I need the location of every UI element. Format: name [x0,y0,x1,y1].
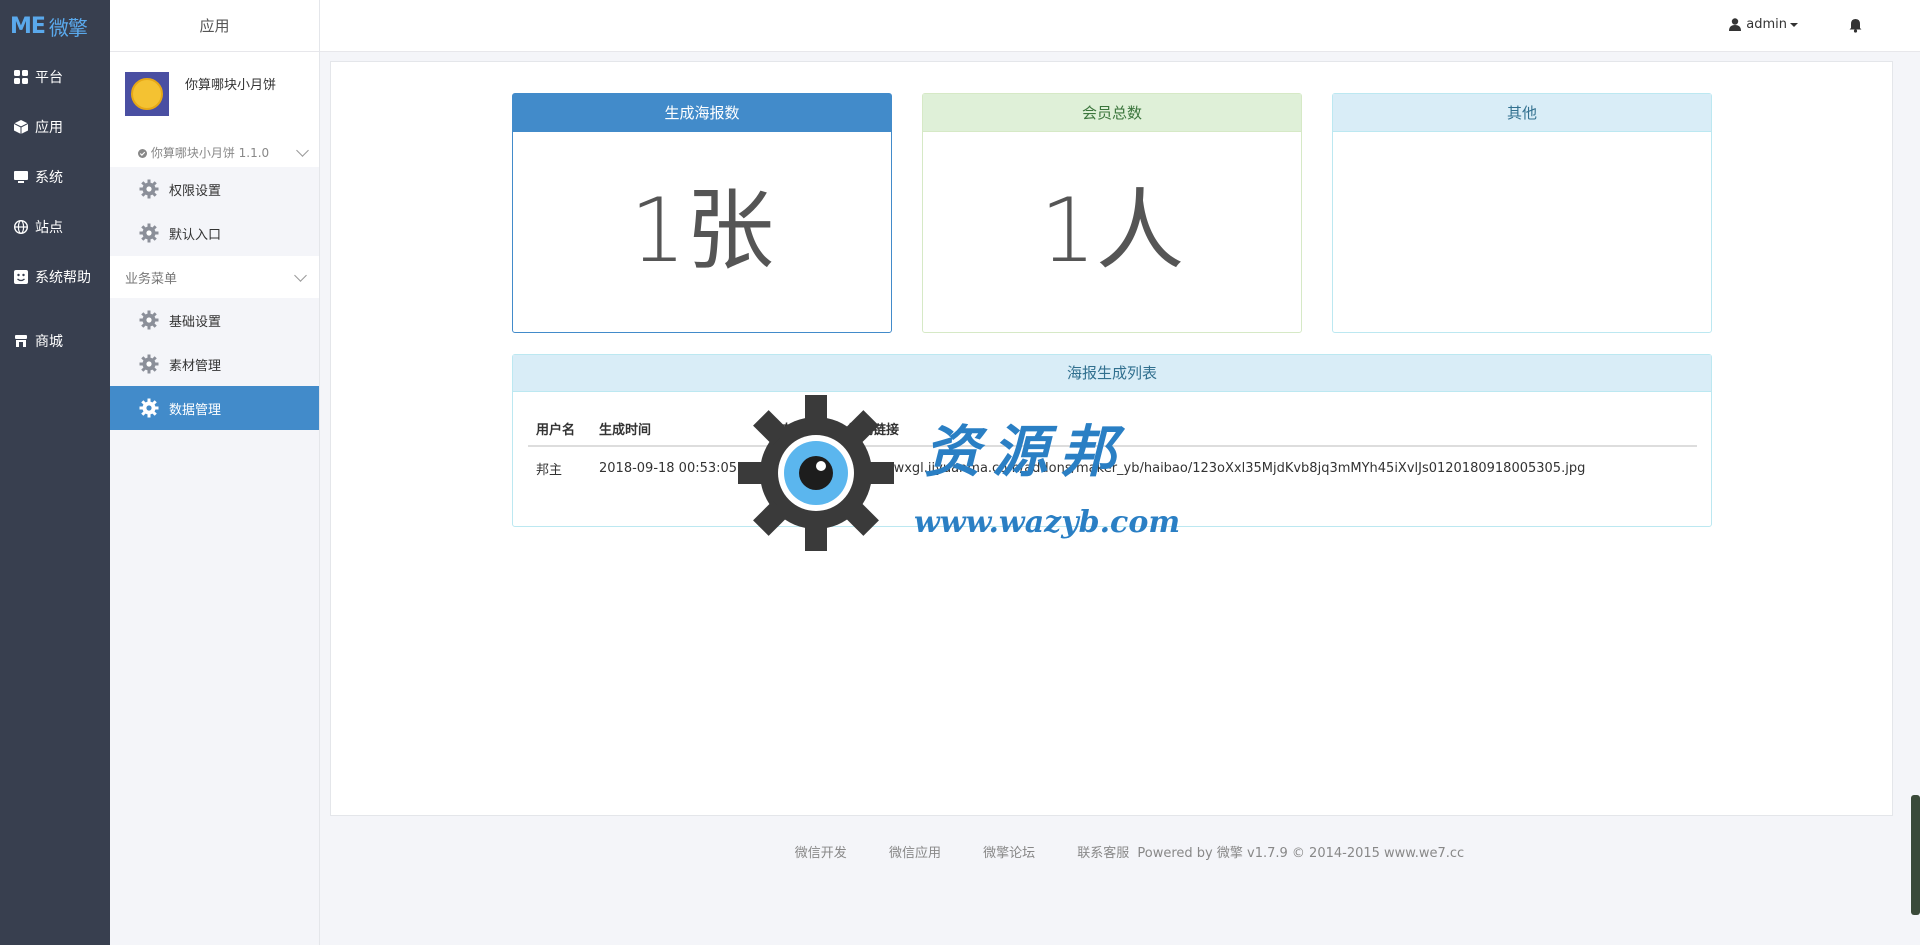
app-version: 你算哪块小月饼 1.1.0 [138,144,269,161]
table-row: 邦主 2018-09-18 00:53:05 生成成功 https://wxgl… [528,446,1697,490]
user-icon [1729,18,1742,31]
rail-item-label: 站点 [35,220,63,236]
powered-by: Powered by 微擎 v1.7.9 © 2014-2015 www.we7… [1137,846,1465,861]
app-version-toggle[interactable]: 你算哪块小月饼 1.1.0 [110,137,319,167]
rail-item-system[interactable]: 系统 [0,152,110,202]
username: admin [1746,17,1787,32]
bell-icon[interactable] [1849,18,1862,33]
we7-logo[interactable]: ME 微擎 [0,0,110,52]
app-version-label: 你算哪块小月饼 1.1.0 [150,145,270,160]
cell-link[interactable]: https://wxgl.jiyuanma.com/addons/maker_y… [839,446,1697,490]
store-icon [15,335,27,347]
rail-divider [0,302,110,316]
card-header: 生成海报数 [513,94,891,132]
rail-item-platform[interactable]: 平台 [0,52,110,102]
main-panel: 生成海报数 1张 会员总数 1人 其他 海报生成列表 用户名 生成时间 状态 生… [330,61,1893,816]
rail-item-help[interactable]: 系统帮助 [0,252,110,302]
help-icon [14,270,28,284]
cell-username: 邦主 [536,463,563,478]
poster-table: 用户名 生成时间 状态 生成链接 邦主 2018-09-18 00:53:05 … [528,412,1697,490]
grid-icon [14,70,28,84]
cell-time: 2018-09-18 00:53:05 [599,461,738,476]
member-count-card: 会员总数 1人 [922,93,1302,333]
menu-item-label: 默认入口 [169,227,222,243]
column-header: 用户名 [528,412,591,447]
business-menu-header[interactable]: 业务菜单 [110,256,319,298]
check-circle-icon [138,148,147,158]
column-header: 生成时间 [591,412,759,447]
rail-item-label: 平台 [35,70,63,86]
column-header: 生成链接 [839,412,1697,447]
rail-item-sites[interactable]: 站点 [0,202,110,252]
poster-count-card: 生成海报数 1张 [512,93,892,333]
globe-icon [14,220,28,234]
footer-link-forum[interactable]: 微擎论坛 [983,846,1035,861]
gear-icon [139,179,159,199]
card-header: 其他 [1333,94,1711,132]
card-value: 1张 [630,179,774,282]
app-sidebar: 应用 你算哪块小月饼 你算哪块小月饼 1.1.0 权限设置 默认入口 业务菜单 … [110,0,320,945]
top-bar: admin [320,0,1920,52]
footer-link-support[interactable]: 联系客服 [1077,846,1129,861]
menu-item-materials[interactable]: 素材管理 [110,342,319,386]
app-card: 你算哪块小月饼 [110,52,319,137]
menu-item-basic-settings[interactable]: 基础设置 [110,298,319,342]
caret-down-icon [1790,22,1798,27]
gear-icon [139,310,159,330]
menu-item-default-entry[interactable]: 默认入口 [110,211,319,255]
app-thumbnail [125,72,169,116]
poster-list-panel: 海报生成列表 用户名 生成时间 状态 生成链接 邦主 2018-09-18 00… [512,354,1712,527]
footer: 微信开发 微信应用 微擎论坛 联系客服 Powered by 微擎 v1.7.9… [320,842,1920,861]
menu-item-permissions[interactable]: 权限设置 [110,167,319,211]
logo-mark: ME [10,13,46,39]
rail-item-label: 商城 [35,334,63,350]
menu-item-data-management[interactable]: 数据管理 [110,386,319,430]
menu-item-label: 数据管理 [169,402,222,418]
rail-item-label: 系统 [35,170,63,186]
monitor-icon [14,171,28,183]
rail-item-label: 应用 [35,120,63,136]
gear-icon [139,354,159,374]
user-menu[interactable]: admin [1729,17,1798,32]
footer-link-wechat-apps[interactable]: 微信应用 [889,846,941,861]
card-header: 会员总数 [923,94,1301,132]
main-nav-rail: ME 微擎 平台 应用 系统 站点 系统帮助 商城 [0,0,110,945]
rail-item-shop[interactable]: 商城 [0,316,110,366]
business-menu-title: 业务菜单 [125,271,178,287]
app-name: 你算哪块小月饼 [185,78,277,93]
gear-icon [139,223,159,243]
menu-item-label: 权限设置 [169,183,222,199]
rail-item-label: 系统帮助 [35,270,91,286]
logo-text: 微擎 [48,15,88,40]
footer-link-wechat-dev[interactable]: 微信开发 [795,846,847,861]
menu-item-label: 基础设置 [169,314,222,330]
menu-item-label: 素材管理 [169,358,222,374]
cell-status: 生成成功 [767,463,820,478]
chevron-down-icon [294,268,307,282]
table-header-row: 用户名 生成时间 状态 生成链接 [528,412,1697,447]
card-value: 1人 [1040,179,1184,282]
chevron-down-icon [296,143,309,157]
page-scrollbar[interactable] [1911,795,1920,915]
poster-list-title: 海报生成列表 [513,355,1711,392]
cube-icon [14,120,28,134]
sidebar-title: 应用 [110,0,319,52]
rail-item-apps[interactable]: 应用 [0,102,110,152]
gear-icon [139,398,159,418]
column-header: 状态 [759,412,839,447]
other-card: 其他 [1332,93,1712,333]
mooncake-icon [131,78,163,110]
